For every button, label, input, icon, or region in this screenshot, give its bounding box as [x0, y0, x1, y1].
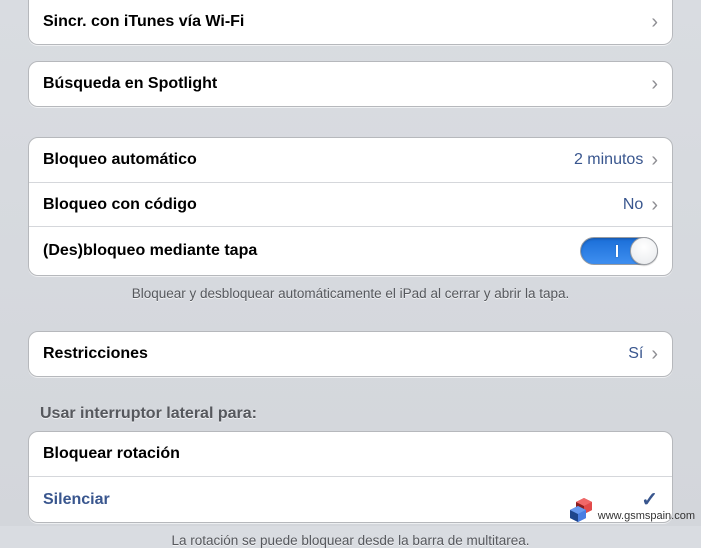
chevron-right-icon: › [651, 195, 658, 215]
chevron-right-icon: › [651, 74, 658, 94]
row-itunes-wifi-sync[interactable]: Sincr. con iTunes vía Wi-Fi › [29, 0, 672, 44]
row-spotlight-search[interactable]: Búsqueda en Spotlight › [29, 62, 672, 106]
toggle-knob [630, 237, 658, 265]
auto-lock-value: 2 minutos [574, 151, 643, 169]
row-cover-lock[interactable]: (Des)bloqueo mediante tapa [29, 226, 672, 275]
passcode-lock-value: No [623, 196, 643, 214]
passcode-lock-label: Bloqueo con código [43, 196, 623, 214]
cover-lock-toggle[interactable] [580, 237, 658, 265]
spotlight-label: Búsqueda en Spotlight [43, 75, 651, 93]
row-auto-lock[interactable]: Bloqueo automático 2 minutos › [29, 138, 672, 182]
row-passcode-lock[interactable]: Bloqueo con código No › [29, 182, 672, 226]
toggle-on-indicator-icon [607, 237, 627, 265]
itunes-wifi-label: Sincr. con iTunes vía Wi-Fi [43, 13, 651, 31]
rotation-caption: La rotación se puede bloquear desde la b… [28, 533, 673, 548]
restrictions-label: Restricciones [43, 345, 628, 363]
row-restrictions[interactable]: Restricciones Sí › [29, 332, 672, 376]
lock-rotation-label: Bloquear rotación [43, 445, 658, 463]
side-switch-header: Usar interruptor lateral para: [40, 405, 673, 423]
row-lock-rotation[interactable]: Bloquear rotación [29, 432, 672, 476]
chevron-right-icon: › [651, 150, 658, 170]
restrictions-value: Sí [628, 345, 643, 363]
cube-logo-icon [568, 498, 594, 522]
mute-label: Silenciar [43, 491, 641, 509]
watermark-text: www.gsmspain.com [598, 510, 695, 522]
chevron-right-icon: › [651, 12, 658, 32]
cover-lock-label: (Des)bloqueo mediante tapa [43, 242, 580, 260]
auto-lock-label: Bloqueo automático [43, 151, 574, 169]
chevron-right-icon: › [651, 344, 658, 364]
cover-lock-caption: Bloquear y desbloquear automáticamente e… [28, 286, 673, 301]
watermark: www.gsmspain.com [568, 498, 695, 522]
